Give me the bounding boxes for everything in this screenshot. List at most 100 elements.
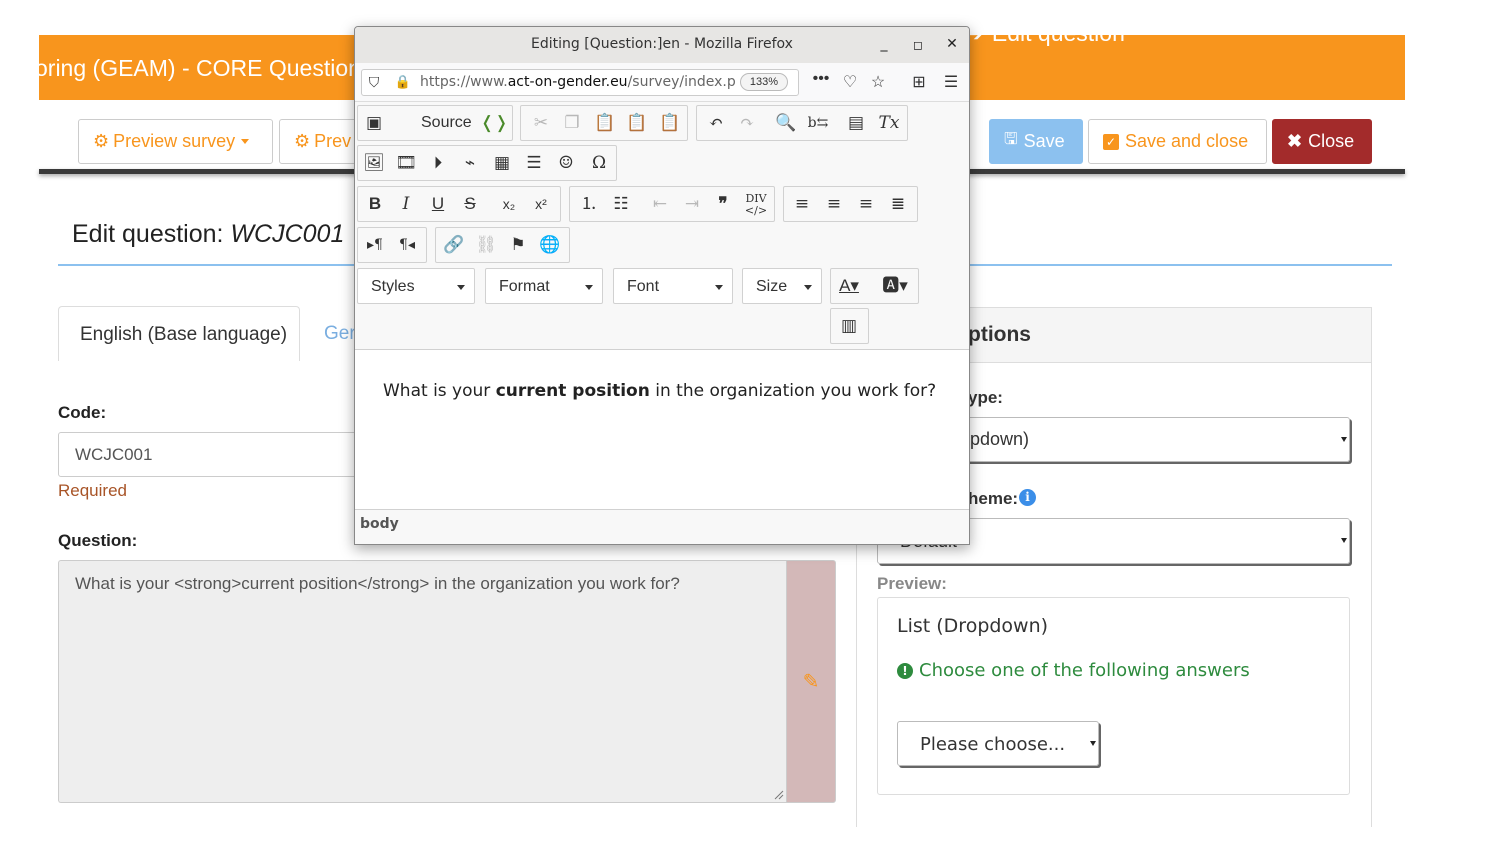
globe-language-icon[interactable]: 🌐 xyxy=(537,232,563,258)
font-combo-label: Font xyxy=(627,278,660,295)
preview-survey-label: Preview survey xyxy=(113,131,236,151)
size-combo-label: Size xyxy=(756,278,788,295)
strikethrough-icon[interactable]: S xyxy=(457,191,483,217)
menu-icon[interactable]: ☰ xyxy=(941,72,961,92)
breadcrumb-survey[interactable]: oring (GEAM) - CORE Question xyxy=(39,55,361,82)
save-label: Save xyxy=(1023,131,1065,151)
preview-label: Preview: xyxy=(877,574,947,593)
zoom-level-badge[interactable]: 133% xyxy=(740,73,788,91)
undo-icon[interactable]: ↶ xyxy=(703,110,729,136)
text-direction-rtl-icon[interactable]: ¶◂ xyxy=(394,232,420,258)
gear-icon: ⚙ xyxy=(294,131,311,151)
align-left-icon[interactable]: ≡ xyxy=(789,191,815,217)
align-right-icon[interactable]: ≡ xyxy=(853,191,879,217)
redo-icon[interactable]: ↷ xyxy=(734,110,760,136)
blockquote-icon[interactable]: ❞ xyxy=(710,191,736,217)
info-icon[interactable]: i xyxy=(1019,489,1036,506)
extensions-icon[interactable]: ⊞ xyxy=(909,72,929,92)
preview-survey-button[interactable]: ⚙ Preview survey xyxy=(78,119,273,164)
paste-icon[interactable]: 📋 xyxy=(592,110,618,136)
paste-text-icon[interactable]: 📋 xyxy=(624,110,650,136)
preview-group-button[interactable]: ⚙ Prev xyxy=(279,119,359,164)
question-type-label: ype: xyxy=(968,388,1003,407)
table-icon[interactable]: ▦ xyxy=(489,150,515,176)
background-color-icon[interactable]: 🅰▾ xyxy=(878,273,912,299)
underline-icon[interactable]: U xyxy=(425,191,451,217)
resize-handle-icon[interactable] xyxy=(774,790,784,800)
paste-from-word-icon[interactable]: 📋 xyxy=(657,110,683,136)
text-color-icon[interactable]: A▾ xyxy=(836,273,862,299)
format-combo-label: Format xyxy=(499,278,550,295)
create-div-icon[interactable]: DIV </> xyxy=(743,191,769,217)
indent-icon[interactable]: ⇥ xyxy=(679,191,705,217)
save-button[interactable]: 🖫 Save xyxy=(989,119,1083,164)
media-play-icon[interactable]: ⏵ xyxy=(425,150,451,176)
lock-icon[interactable]: 🔒 xyxy=(393,74,413,90)
check-square-icon: ✓ xyxy=(1103,133,1119,150)
editor-content-area[interactable]: What is your current position in the org… xyxy=(355,351,969,509)
italic-icon[interactable]: I xyxy=(393,191,419,217)
question-textarea[interactable]: What is your <strong>current position</s… xyxy=(58,560,787,803)
superscript-icon[interactable]: x² xyxy=(528,191,554,217)
editor-text-bold: current position xyxy=(495,381,650,401)
save-icon[interactable]: ▣ xyxy=(361,110,387,136)
size-combo[interactable]: Size xyxy=(742,268,822,304)
bulleted-list-icon[interactable]: ☷ xyxy=(608,191,634,217)
preview-question-type: List (Dropdown) xyxy=(897,615,1049,637)
numbered-list-icon[interactable]: ⒈ xyxy=(576,191,602,217)
special-char-icon[interactable]: Ω xyxy=(586,150,612,176)
show-blocks-icon[interactable]: ▥ xyxy=(836,313,862,339)
chevron-down-icon xyxy=(241,139,250,144)
text-direction-ltr-icon[interactable]: ▸¶ xyxy=(362,232,388,258)
preview-dropdown[interactable]: Please choose... xyxy=(897,721,1099,766)
format-combo[interactable]: Format xyxy=(485,268,603,304)
close-button[interactable]: ✖ Close xyxy=(1272,119,1372,164)
preview-dropdown-value: Please choose... xyxy=(920,734,1066,755)
save-and-close-button[interactable]: ✓ Save and close xyxy=(1088,119,1267,164)
chevron-down-icon xyxy=(585,285,593,290)
page-title-text: Edit question: xyxy=(72,220,224,248)
save-and-close-label: Save and close xyxy=(1125,131,1249,151)
minimize-icon[interactable]: _ xyxy=(876,36,892,52)
image-icon[interactable]: 🖼 xyxy=(361,150,387,176)
align-center-icon[interactable]: ≡ xyxy=(821,191,847,217)
bookmark-star-icon[interactable]: ☆ xyxy=(868,72,888,92)
cut-icon[interactable]: ✂ xyxy=(528,110,554,136)
copy-icon[interactable]: ❐ xyxy=(559,110,585,136)
unlink-icon[interactable]: ⛓ xyxy=(473,232,499,258)
url-path: /survey/index.php xyxy=(627,74,736,90)
tab-german[interactable]: Ger xyxy=(324,323,356,345)
shield-icon[interactable]: ⛉ xyxy=(364,74,384,91)
anchor-flag-icon[interactable]: ⚑ xyxy=(505,232,531,258)
horizontal-rule-icon[interactable]: ☰ xyxy=(521,150,547,176)
close-window-icon[interactable]: ✕ xyxy=(944,36,960,52)
code-label: Code: xyxy=(58,403,107,422)
justify-icon[interactable]: ≣ xyxy=(885,191,911,217)
code-field[interactable]: WCJC001 xyxy=(58,432,368,477)
maximize-icon[interactable]: ◻ xyxy=(910,38,926,52)
styles-combo[interactable]: Styles xyxy=(357,268,475,304)
preview-hint-text: Choose one of the following answers xyxy=(919,660,1250,681)
flash-icon[interactable]: ⌁ xyxy=(457,150,483,176)
smiley-icon[interactable]: ☺ xyxy=(553,150,579,176)
element-path[interactable]: body xyxy=(360,516,399,532)
video-icon[interactable]: 🎞 xyxy=(393,150,419,176)
bold-icon[interactable]: B xyxy=(362,191,388,217)
templates-icon[interactable]: ❬❭ xyxy=(480,110,509,136)
open-editor-button[interactable]: ✎ xyxy=(786,560,836,803)
remove-format-icon[interactable]: Tx xyxy=(876,110,902,136)
select-all-icon[interactable]: ▤ xyxy=(843,110,869,136)
page-title: Edit question: WCJC001 xyxy=(72,220,344,249)
exclamation-circle-icon: ! xyxy=(897,663,913,679)
link-icon[interactable]: 🔗 xyxy=(441,232,467,258)
find-icon[interactable]: 🔍 xyxy=(773,110,799,136)
more-actions-icon[interactable]: ••• xyxy=(811,70,831,88)
replace-icon[interactable]: b⇆ xyxy=(805,110,831,136)
tab-english-base-language[interactable]: English (Base language) xyxy=(58,306,300,361)
source-button[interactable]: Source xyxy=(421,114,472,132)
font-combo[interactable]: Font xyxy=(613,268,733,304)
subscript-icon[interactable]: x₂ xyxy=(496,191,522,217)
outdent-icon[interactable]: ⇤ xyxy=(647,191,673,217)
pocket-icon[interactable]: ♡ xyxy=(840,72,860,92)
url-host: act-on-gender.eu xyxy=(507,74,628,90)
